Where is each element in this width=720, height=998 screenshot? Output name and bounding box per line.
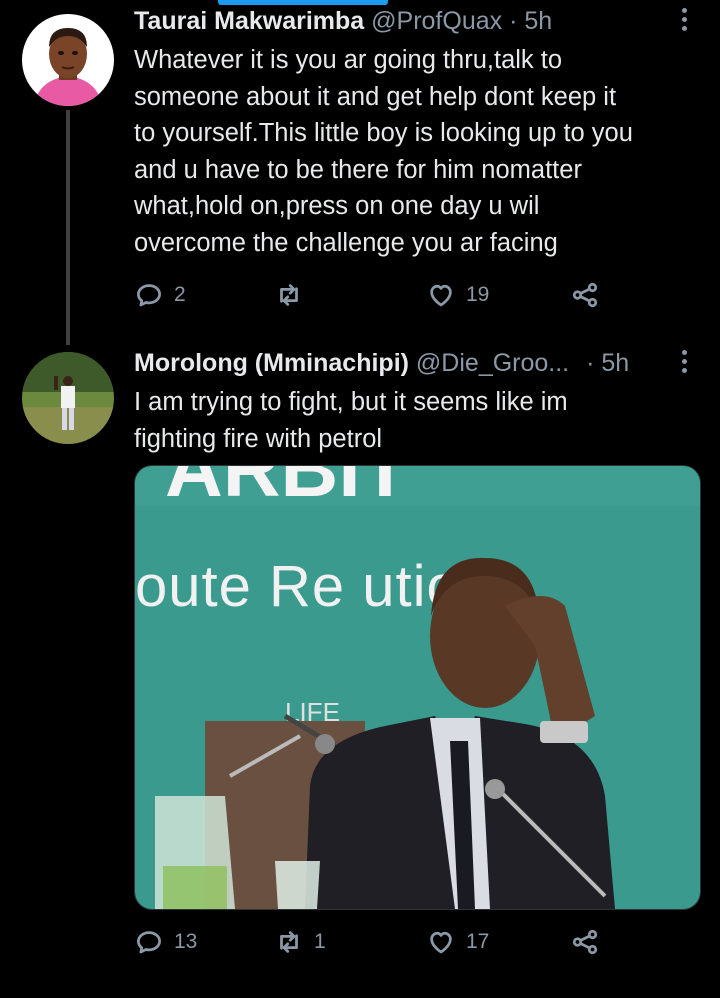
reply-button[interactable]: 2 [134, 275, 186, 315]
share-icon [572, 282, 598, 308]
avatar[interactable] [22, 14, 114, 106]
like-count: 17 [466, 930, 490, 953]
avatar[interactable] [22, 352, 114, 444]
reply-count: 13 [174, 930, 198, 953]
tweet-actions: 2 19 [134, 275, 694, 315]
media-text-top: ARBIT [165, 466, 410, 513]
reply-count: 2 [174, 283, 186, 306]
author-name[interactable]: Morolong (Mminachipi) [134, 349, 409, 377]
tweet-media[interactable]: ARBIT oute Re utio LIFE [134, 465, 701, 910]
reply-button[interactable]: 13 [134, 922, 197, 962]
reply-icon [137, 931, 161, 954]
media-text: oute Re utio [135, 554, 460, 619]
retweet-icon [280, 931, 298, 953]
timestamp[interactable]: 5h [524, 7, 552, 35]
retweet-button[interactable]: 1 [274, 922, 326, 962]
author-handle[interactable]: @Die_Groo... [416, 349, 569, 377]
retweet-icon [280, 284, 298, 306]
thread-line [66, 110, 70, 345]
retweet-button[interactable] [274, 275, 314, 315]
like-icon [430, 931, 452, 954]
avatar-image [22, 352, 114, 444]
share-icon [572, 929, 598, 955]
author-handle[interactable]: @ProfQuax [371, 7, 502, 35]
more-icon[interactable] [676, 4, 692, 34]
like-icon [430, 284, 452, 307]
tweet-header: Morolong (Mminachipi) @Die_Groo... · 5h [134, 346, 629, 380]
reply-icon [137, 284, 161, 307]
author-name[interactable]: Taurai Makwarimba [134, 7, 364, 35]
tweet-header: Taurai Makwarimba @ProfQuax · 5h [134, 4, 552, 38]
separator: · [509, 7, 518, 35]
like-button[interactable]: 19 [426, 275, 489, 315]
tweet-actions: 13 1 17 [134, 922, 694, 962]
retweet-count: 1 [314, 930, 326, 953]
share-button[interactable] [570, 922, 600, 962]
share-button[interactable] [570, 275, 600, 315]
media-photo: ARBIT oute Re utio LIFE [135, 466, 700, 909]
separator: · [586, 349, 595, 377]
like-count: 19 [466, 283, 490, 306]
like-button[interactable]: 17 [426, 922, 489, 962]
tweet-text: Whatever it is you ar going thru,talk to… [134, 46, 633, 257]
timestamp[interactable]: 5h [601, 349, 629, 377]
more-icon[interactable] [676, 346, 692, 376]
avatar-image [22, 14, 114, 106]
tweet-text: I am trying to fight, but it seems like … [134, 388, 568, 453]
